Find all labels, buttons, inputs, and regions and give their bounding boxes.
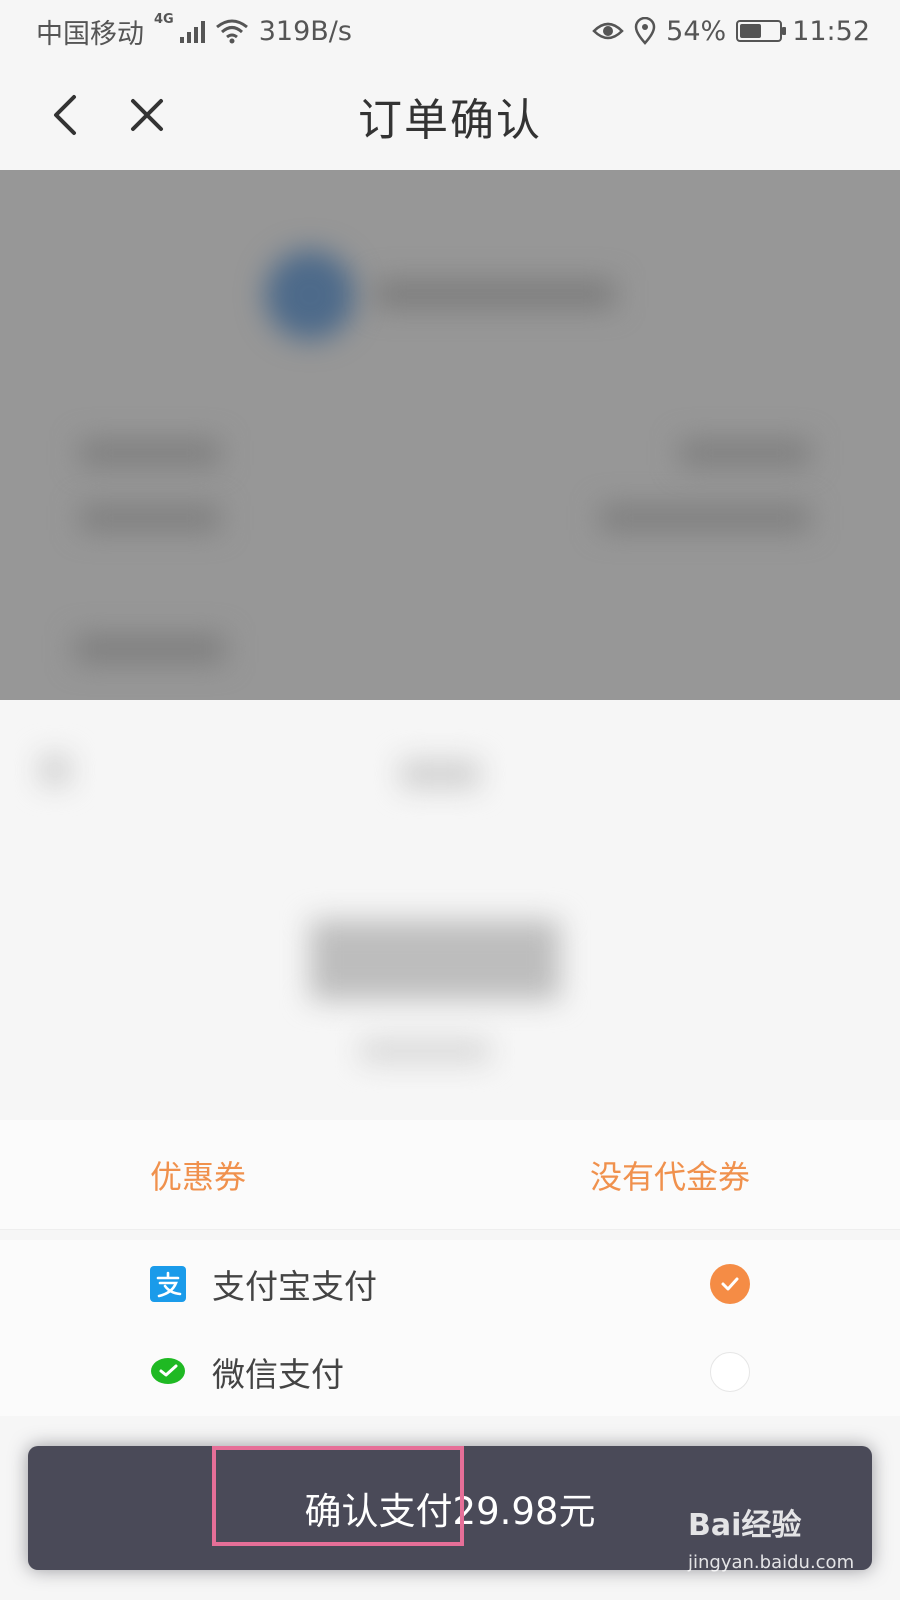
location-icon <box>634 17 656 45</box>
check-icon <box>721 1277 739 1291</box>
blurred-avatar <box>265 250 355 340</box>
blurred-order-details <box>0 170 900 1260</box>
wechat-pay-icon <box>150 1354 186 1390</box>
wifi-icon <box>215 19 248 44</box>
blurred-text-line <box>360 1040 490 1062</box>
clock: 11:52 <box>792 15 870 47</box>
network-type: 4G <box>154 11 174 27</box>
battery-icon <box>736 20 787 42</box>
close-button[interactable] <box>122 90 172 140</box>
blurred-merchant-name <box>375 280 615 308</box>
page-title: 订单确认 <box>358 95 542 146</box>
status-left: 中国移动 4G 319B/s <box>36 12 352 51</box>
carrier-name: 中国移动 <box>36 18 144 50</box>
blurred-dim-overlay <box>0 170 900 700</box>
baidu-jingyan-watermark: Bai经验 jingyan.baidu.com <box>688 1500 898 1590</box>
battery-percent: 54% <box>666 15 727 47</box>
header-bar: 订单确认 <box>0 62 900 170</box>
watermark-logo: Bai经验 <box>688 1508 802 1543</box>
blurred-text-line <box>400 760 480 788</box>
battery-fill <box>740 24 761 38</box>
eye-icon <box>592 22 624 40</box>
blurred-text-line <box>75 635 225 663</box>
coupon-value: 没有代金券 <box>589 1157 750 1196</box>
blurred-text-line <box>80 440 220 466</box>
annotation-highlight-box <box>212 1446 464 1546</box>
status-right: 54% 11:52 <box>592 16 870 47</box>
back-button[interactable] <box>40 90 90 140</box>
blurred-text-line <box>680 440 810 466</box>
close-icon <box>131 99 163 131</box>
blurred-text-line <box>80 505 220 531</box>
coupon-row[interactable]: 优惠券 没有代金券 <box>0 1120 900 1230</box>
status-bar: 中国移动 4G 319B/s 54% 11:52 <box>0 0 900 62</box>
alipay-icon <box>150 1266 186 1302</box>
watermark-site: jingyan.baidu.com <box>688 1552 855 1573</box>
blurred-text-line <box>40 755 70 785</box>
coupon-label: 优惠券 <box>150 1157 247 1196</box>
network-speed: 319B/s <box>258 15 352 47</box>
blurred-text-line <box>600 505 810 531</box>
radio-wechat-unselected[interactable] <box>710 1352 750 1392</box>
chevron-left-icon <box>54 95 76 135</box>
payment-option-wechat[interactable]: 微信支付 <box>0 1328 900 1416</box>
radio-alipay-selected[interactable] <box>710 1264 750 1304</box>
payment-label-wechat: 微信支付 <box>212 1355 344 1394</box>
payment-label-alipay: 支付宝支付 <box>212 1267 377 1306</box>
signal-icon <box>179 19 205 43</box>
blurred-amount <box>310 920 560 1000</box>
payment-option-alipay[interactable]: 支付宝支付 <box>0 1240 900 1328</box>
